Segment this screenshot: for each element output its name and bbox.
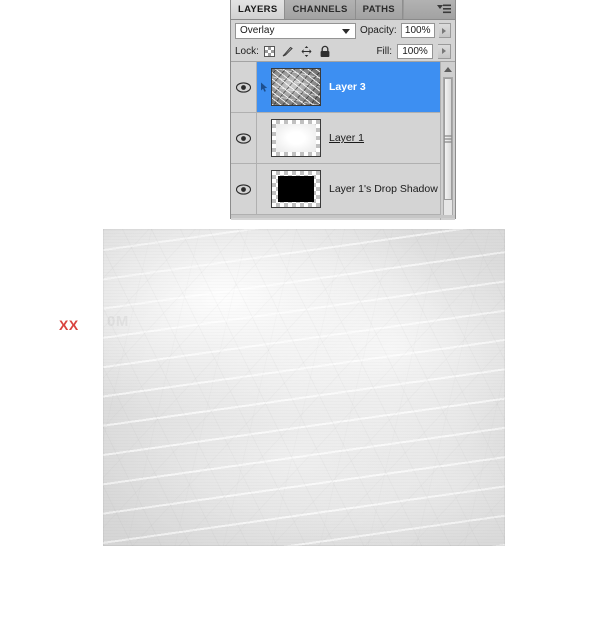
layer-list-scrollbar[interactable] <box>440 62 455 220</box>
layer-visibility-toggle[interactable] <box>231 62 257 112</box>
layer-row[interactable]: Layer 1's Drop Shadow <box>231 164 455 215</box>
layer-row[interactable]: Layer 1 <box>231 113 455 164</box>
fill-label: Fill: <box>376 45 392 57</box>
layer-name: Layer 1 <box>329 132 365 144</box>
tab-paths[interactable]: PATHS <box>355 0 403 19</box>
opacity-value: 100% <box>404 25 431 36</box>
tab-channels-label: CHANNELS <box>292 4 348 15</box>
chevron-down-icon <box>341 28 350 34</box>
chevron-right-icon <box>442 48 446 54</box>
fill-value: 100% <box>402 45 428 57</box>
layer-row[interactable]: Layer 3 <box>231 62 455 113</box>
paper-watermark: 0M <box>107 313 129 330</box>
eye-icon <box>236 183 251 195</box>
tab-channels[interactable]: CHANNELS <box>285 0 356 19</box>
annotation-label: XX <box>59 317 79 333</box>
layer-visibility-toggle[interactable] <box>231 113 257 163</box>
layers-panel: LAYERS CHANNELS PATHS Overlay Opacity: 1… <box>230 0 456 220</box>
eye-icon <box>236 81 251 93</box>
fill-input[interactable]: 100% <box>397 43 433 59</box>
layer-list: Layer 3 Layer 1 Layer 1's Drop Shadow <box>231 62 455 220</box>
lock-position-move-icon[interactable] <box>300 45 313 58</box>
opacity-stepper-button[interactable] <box>438 23 452 38</box>
layer-name: Layer 1's Drop Shadow <box>329 183 438 195</box>
opacity-label: Opacity: <box>359 25 397 36</box>
eye-icon <box>236 132 251 144</box>
fill-stepper-button[interactable] <box>438 43 451 59</box>
layer-visibility-toggle[interactable] <box>231 164 257 214</box>
lock-row: Lock: Fill: 100% <box>231 41 455 62</box>
scroll-up-arrow-icon <box>444 66 452 72</box>
blend-mode-value: Overlay <box>240 25 275 36</box>
crumpled-paper-image: 0M <box>103 229 505 546</box>
lock-label: Lock: <box>235 45 259 57</box>
layer-link-marker[interactable] <box>257 82 271 93</box>
panel-footer <box>231 215 455 218</box>
tab-layers[interactable]: LAYERS <box>231 0 286 19</box>
lock-transparent-pixels-icon[interactable] <box>263 45 275 57</box>
blend-mode-row: Overlay Opacity: 100% <box>231 20 455 41</box>
lock-all-padlock-icon[interactable] <box>319 45 331 58</box>
lock-image-pixels-brush-icon[interactable] <box>281 45 294 58</box>
tab-layers-label: LAYERS <box>238 4 278 15</box>
cursor-arrow-icon <box>260 82 267 92</box>
panel-menu-button[interactable] <box>433 0 455 19</box>
chevron-right-icon <box>442 27 447 34</box>
scrollbar-thumb[interactable] <box>444 78 452 200</box>
scrollbar-track[interactable] <box>443 77 453 218</box>
layer-thumbnail[interactable] <box>271 119 321 157</box>
blend-mode-select[interactable]: Overlay <box>235 22 356 39</box>
layer-thumbnail[interactable] <box>271 68 321 106</box>
scroll-up-button[interactable] <box>441 62 455 76</box>
scrollbar-grip-icon <box>444 134 452 145</box>
paper-edge-layer <box>103 229 505 546</box>
screenshot-root: LAYERS CHANNELS PATHS Overlay Opacity: 1… <box>0 0 600 633</box>
layer-thumbnail[interactable] <box>271 170 321 208</box>
opacity-input[interactable]: 100% <box>400 23 435 38</box>
canvas-preview: 0M <box>103 229 505 546</box>
panel-menu-icon <box>437 4 451 14</box>
tab-strip-filler <box>402 0 433 19</box>
panel-tab-strip: LAYERS CHANNELS PATHS <box>231 0 455 20</box>
layer-name: Layer 3 <box>329 81 366 93</box>
lock-icon-group <box>263 45 331 58</box>
tab-paths-label: PATHS <box>362 4 395 15</box>
